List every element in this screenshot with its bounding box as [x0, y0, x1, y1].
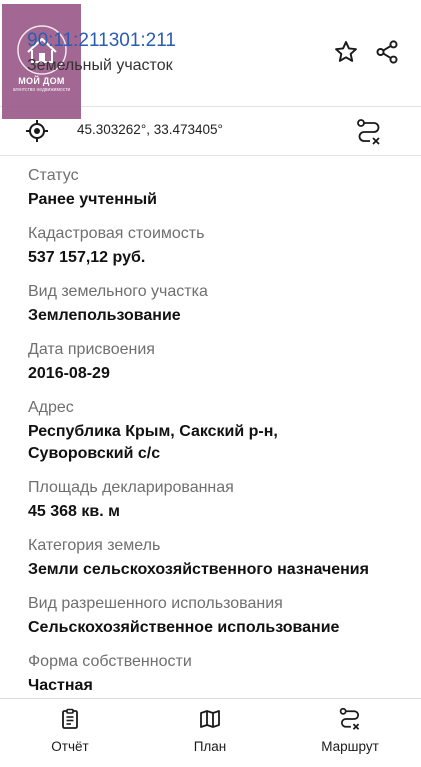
coords-divider	[0, 155, 421, 156]
field-value: 2016-08-29	[28, 365, 110, 382]
field-label: Площадь декларированная	[28, 479, 234, 496]
field-value: Республика Крым, Сакский р-н,	[28, 423, 278, 440]
clipboard-icon	[62, 708, 78, 729]
coordinates-text[interactable]: 45.303262°, 33.473405°	[77, 122, 223, 137]
object-type: Земельный участок	[27, 57, 173, 74]
map-icon	[200, 710, 220, 728]
field-land-kind: Вид земельного участка Землепользование	[28, 282, 408, 326]
field-cadastral-value: Кадастровая стоимость 537 157,12 руб.	[28, 224, 408, 268]
field-value-line2: Суворовский с/с	[28, 445, 161, 462]
plan-tab-label: План	[193, 739, 227, 754]
field-value: Сельскохозяйственное использование	[28, 619, 340, 636]
field-value: Ранее учтенный	[28, 191, 158, 208]
report-tab-label: Отчёт	[51, 739, 89, 754]
logo-text: МОЙ ДОМ	[18, 76, 65, 86]
plan-tab[interactable]: План	[165, 707, 255, 754]
field-assignment-date: Дата присвоения 2016-08-29	[28, 340, 408, 384]
favorite-button[interactable]	[332, 38, 360, 66]
bottom-navigation: Отчёт План Маршрут	[0, 698, 421, 767]
locate-target-icon[interactable]	[25, 119, 49, 143]
field-status: Статус Ранее учтенный	[28, 166, 408, 210]
field-address: Адрес Республика Крым, Сакский р-н, Суво…	[28, 398, 408, 464]
field-permitted-use: Вид разрешенного использования Сельскохо…	[28, 594, 408, 638]
field-label: Вид разрешенного использования	[28, 595, 283, 612]
field-value: Частная	[28, 677, 93, 694]
field-land-category: Категория земель Земли сельскохозяйствен…	[28, 536, 408, 580]
property-details: Статус Ранее учтенный Кадастровая стоимо…	[28, 166, 408, 696]
share-icon	[376, 40, 398, 64]
header: МОЙ ДОМ агентство недвижимости 90:11:211…	[0, 0, 421, 119]
field-label: Вид земельного участка	[28, 283, 208, 300]
field-value: 537 157,12 руб.	[28, 249, 146, 266]
field-label: Кадастровая стоимость	[28, 225, 205, 242]
report-tab[interactable]: Отчёт	[25, 707, 115, 754]
route-tab-label: Маршрут	[321, 739, 379, 754]
field-value: Землепользование	[28, 307, 181, 324]
route-icon[interactable]	[355, 118, 383, 146]
field-label: Статус	[28, 167, 79, 184]
field-declared-area: Площадь декларированная 45 368 кв. м	[28, 478, 408, 522]
field-ownership-form: Форма собственности Частная	[28, 652, 408, 696]
cadastral-number: 90:11:211301:211	[27, 30, 176, 51]
share-button[interactable]	[373, 38, 401, 66]
field-label: Адрес	[28, 399, 74, 416]
route-tab[interactable]: Маршрут	[305, 707, 395, 754]
star-icon	[335, 41, 357, 62]
route-icon	[339, 707, 360, 730]
field-value: Земли сельскохозяйственного назначения	[28, 561, 369, 578]
field-label: Форма собственности	[28, 653, 192, 670]
logo-subtext: агентство недвижимости	[12, 87, 71, 93]
field-value: 45 368 кв. м	[28, 503, 120, 520]
field-label: Категория земель	[28, 537, 161, 554]
field-label: Дата присвоения	[28, 341, 155, 358]
